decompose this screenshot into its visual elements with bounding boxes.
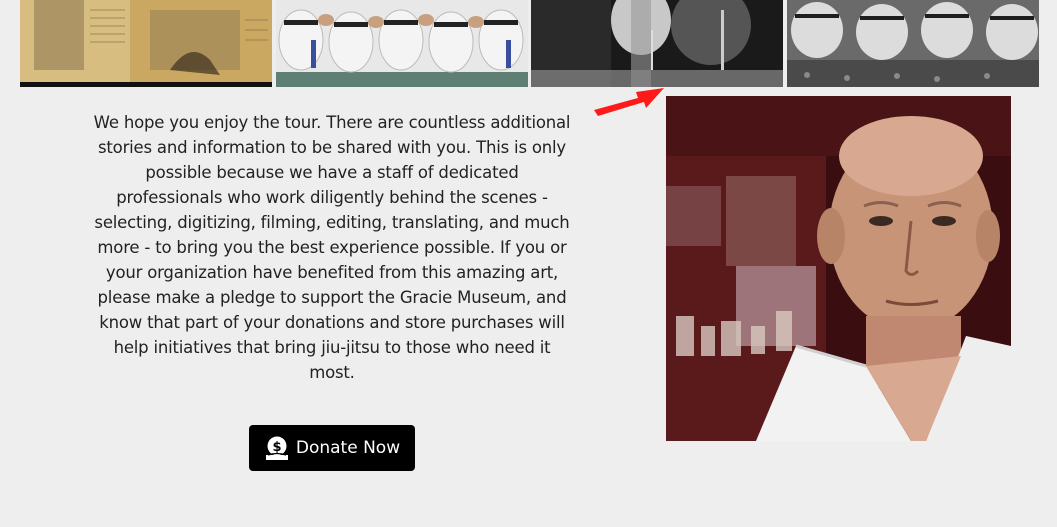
group-photo-kneeling[interactable]: [276, 0, 528, 87]
intro-paragraph: We hope you enjoy the tour. There are co…: [93, 113, 571, 382]
money-bag-icon: $: [264, 435, 290, 461]
photo-gallery-strip: [0, 0, 1057, 88]
page: We hope you enjoy the tour. There are co…: [0, 0, 1057, 527]
donate-now-label: Donate Now: [295, 438, 401, 458]
svg-text:$: $: [272, 440, 281, 455]
elder-portrait-photo[interactable]: [666, 96, 1011, 441]
group-photo-seated[interactable]: [787, 0, 1039, 87]
vintage-fight-photo[interactable]: [531, 0, 783, 87]
newspaper-clipping-photo[interactable]: [20, 0, 272, 87]
donate-now-button[interactable]: $ Donate Now: [249, 425, 415, 471]
red-arrow-icon: [590, 84, 670, 120]
